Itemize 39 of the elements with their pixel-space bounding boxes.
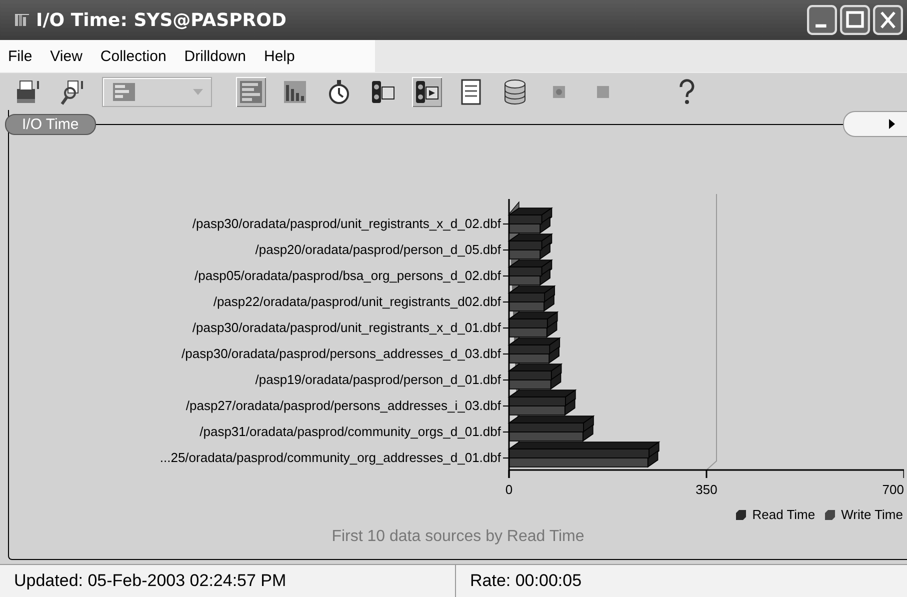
window-title: I/O Time: SYS@PASPROD [36, 10, 288, 30]
axis-label: /pasp20/oradata/pasprod/person_d_05.dbf [255, 242, 501, 257]
menu-item[interactable]: Help [264, 48, 295, 64]
axis-label: /pasp31/oradata/pasprod/community_orgs_d_01.dbf [200, 424, 501, 439]
bar [508, 318, 548, 328]
maximize-icon[interactable] [840, 5, 870, 35]
menu-item[interactable]: Collection [100, 48, 166, 64]
tick-label: 700 [882, 482, 904, 497]
status-field: Updated: 05-Feb-2003 02:24:57 PM [0, 565, 456, 597]
scroll-right-button[interactable] [843, 111, 907, 137]
tick-label: 0 [505, 482, 513, 497]
minimize-icon[interactable] [807, 5, 837, 35]
bar-chart-icon[interactable] [236, 76, 266, 106]
axis-label: ...25/oradata/pasprod/community_org_addresses_d_01.dbf [160, 450, 501, 465]
axis-label: /pasp30/oradata/pasprod/persons_addresses_d_03.dbf [182, 346, 501, 361]
bar-chart-icon [111, 80, 137, 102]
axis-label: /pasp30/oradata/pasprod/unit_registrants_x_d_02.dbf [192, 216, 501, 231]
traffic-light-play-icon[interactable] [412, 76, 442, 106]
bar [508, 344, 550, 354]
axis-label: /pasp22/oradata/pasprod/unit_registrants_d02.dbf [213, 294, 501, 309]
legend-label: Read Time [752, 507, 816, 522]
app-icon [14, 12, 30, 28]
axis-label: /pasp19/oradata/pasprod/person_d_01.dbf [255, 372, 501, 387]
triangle-right-icon [889, 119, 895, 129]
caret-icon [193, 88, 203, 94]
menu-item[interactable]: Drilldown [184, 48, 246, 64]
bar [508, 396, 566, 406]
menu-item[interactable]: File [8, 48, 32, 64]
axis-label: /pasp27/oradata/pasprod/persons_addresses_i_03.dbf [186, 398, 501, 413]
chart-caption: First 10 data sources by Read Time [330, 528, 586, 546]
bar [508, 370, 552, 380]
bar [508, 292, 545, 302]
tick-label: 350 [696, 482, 718, 497]
axis-label: /pasp05/oradata/pasprod/bsa_org_persons_d_02.dbf [194, 268, 501, 283]
close-icon[interactable] [873, 5, 903, 35]
legend-label: Write Time [841, 507, 903, 522]
status-field: Rate: 00:00:05 [456, 565, 907, 597]
axis-label: /pasp30/oradata/pasprod/unit_registrants_x_d_01.dbf [192, 320, 501, 335]
menu-item[interactable]: View [50, 48, 82, 64]
